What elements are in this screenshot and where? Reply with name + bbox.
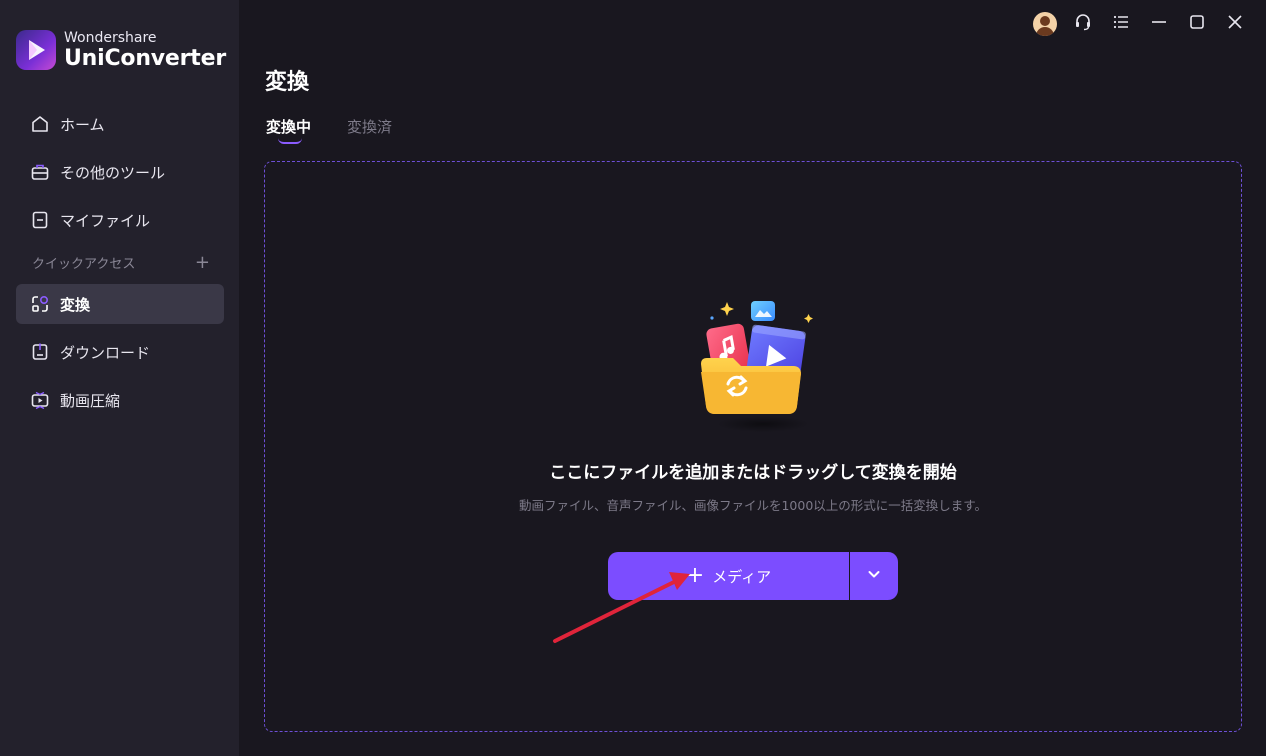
page-title: 変換 xyxy=(265,70,310,95)
file-icon xyxy=(30,210,50,230)
chevron-down-icon xyxy=(866,566,882,586)
add-quick-access-icon[interactable]: + xyxy=(195,252,210,273)
brand-title: UniConverter xyxy=(64,45,226,71)
maximize-button[interactable] xyxy=(1178,10,1216,38)
compress-icon xyxy=(30,390,50,410)
close-icon xyxy=(1225,12,1245,36)
sidebar: Wondershare UniConverter ホーム その他のツール マイフ… xyxy=(0,0,239,756)
drop-zone-subtitle: 動画ファイル、音声ファイル、画像ファイルを1000以上の形式に一括変換します。 xyxy=(518,498,988,513)
maximize-icon xyxy=(1187,12,1207,36)
minimize-icon xyxy=(1149,12,1169,36)
sidebar-item-tools[interactable]: その他のツール xyxy=(16,152,224,192)
home-icon xyxy=(30,114,50,134)
sidebar-item-my-files[interactable]: マイファイル xyxy=(16,200,224,240)
drop-zone-title: ここにファイルを追加またはドラッグして変換を開始 xyxy=(549,463,957,483)
close-button[interactable] xyxy=(1216,10,1254,38)
plus-icon: + xyxy=(685,563,705,588)
support-button[interactable] xyxy=(1064,10,1102,38)
sidebar-item-label: 変換 xyxy=(60,295,91,314)
add-media-button-group: + メディア xyxy=(608,552,898,600)
account-button[interactable] xyxy=(1026,10,1064,38)
menu-icon xyxy=(1111,12,1131,36)
menu-button[interactable] xyxy=(1102,10,1140,38)
add-media-label: メディア xyxy=(712,567,772,586)
window-controls xyxy=(1026,10,1254,38)
file-drop-zone[interactable]: ここにファイルを追加またはドラッグして変換を開始 動画ファイル、音声ファイル、画… xyxy=(264,161,1242,732)
folder-media-illustration xyxy=(697,298,817,438)
add-media-button[interactable]: + メディア xyxy=(608,552,849,600)
sidebar-item-label: その他のツール xyxy=(60,163,166,182)
sidebar-item-download[interactable]: ダウンロード xyxy=(16,332,224,372)
tab-active-indicator xyxy=(278,138,302,144)
headset-icon xyxy=(1073,12,1093,36)
tab-converted[interactable]: 変換済 xyxy=(347,116,392,137)
convert-icon xyxy=(30,294,50,314)
brand: Wondershare UniConverter xyxy=(16,30,226,70)
sidebar-item-label: 動画圧縮 xyxy=(60,391,121,410)
sidebar-item-label: マイファイル xyxy=(60,211,151,230)
sidebar-item-label: ダウンロード xyxy=(60,343,151,362)
tab-label: 変換中 xyxy=(266,118,312,136)
sidebar-nav: ホーム その他のツール マイファイル クイックアクセス + 変換 ダウンロード … xyxy=(16,104,224,428)
download-icon xyxy=(30,342,50,362)
minimize-button[interactable] xyxy=(1140,10,1178,38)
uniconverter-logo xyxy=(16,30,56,70)
tab-label: 変換済 xyxy=(347,118,393,136)
avatar xyxy=(1033,12,1057,36)
brand-subtitle: Wondershare xyxy=(64,29,157,46)
tab-bar: 変換中 変換済 xyxy=(266,116,428,144)
sidebar-item-compress[interactable]: 動画圧縮 xyxy=(16,380,224,420)
quick-access-label: クイックアクセス xyxy=(32,256,136,272)
sidebar-item-convert[interactable]: 変換 xyxy=(16,284,224,324)
sidebar-item-home[interactable]: ホーム xyxy=(16,104,224,144)
quick-access-header: クイックアクセス + xyxy=(16,248,224,276)
tab-converting[interactable]: 変換中 xyxy=(266,116,312,144)
sidebar-item-label: ホーム xyxy=(60,115,105,134)
add-media-dropdown-button[interactable] xyxy=(850,552,898,600)
toolbox-icon xyxy=(30,162,50,182)
